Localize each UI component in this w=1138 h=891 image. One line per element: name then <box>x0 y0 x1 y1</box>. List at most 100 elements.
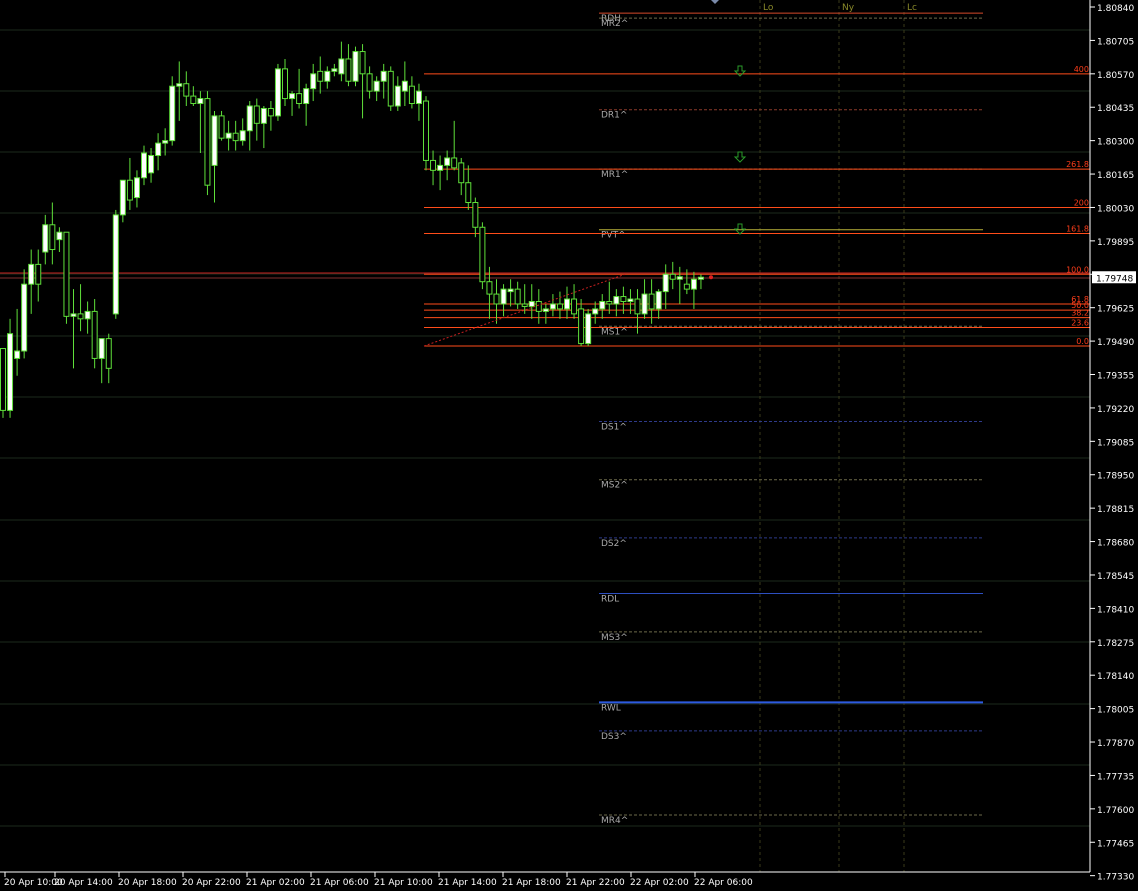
candle-body <box>401 80 408 92</box>
current-price-label: 1.79748 <box>1096 274 1133 284</box>
time-tick-label: 22 Apr 06:00 <box>694 878 753 888</box>
candle-body <box>585 313 592 345</box>
candle-body <box>112 214 119 315</box>
candle-body <box>133 177 140 199</box>
candle-body <box>324 70 331 82</box>
time-tick-label: 22 Apr 02:00 <box>630 878 689 888</box>
candle-body <box>486 281 493 295</box>
price-tick-label: 1.78815 <box>1097 505 1134 515</box>
session-label: Lc <box>907 3 917 13</box>
candle-body <box>472 202 479 228</box>
price-tick-label: 1.80030 <box>1097 204 1134 214</box>
price-tick-label: 1.78950 <box>1097 472 1134 482</box>
fib-label: 261.8 <box>1066 160 1089 169</box>
time-tick-label: 21 Apr 06:00 <box>310 878 369 888</box>
price-tick-label: 1.80840 <box>1097 4 1134 14</box>
candle-body <box>655 291 662 310</box>
candle-body <box>634 298 641 315</box>
candle-body <box>176 83 183 87</box>
candle-body <box>190 95 197 105</box>
candle-body <box>627 298 634 303</box>
price-tick-label: 1.77735 <box>1097 772 1134 782</box>
candle-body <box>662 273 669 293</box>
price-tick-label: 1.78005 <box>1097 706 1134 716</box>
candle-body <box>571 298 578 315</box>
time-tick-label: 21 Apr 10:00 <box>374 878 433 888</box>
pivot-label: MS2^ <box>601 481 628 491</box>
candle-body <box>21 283 28 352</box>
candle-body <box>380 70 387 82</box>
candle-body <box>331 68 338 72</box>
candle-body <box>648 293 655 310</box>
candle-body <box>345 58 352 82</box>
candle-body <box>592 308 599 315</box>
time-tick-label: 21 Apr 22:00 <box>566 878 625 888</box>
price-tick-label: 1.77330 <box>1097 873 1134 883</box>
candle-body <box>556 303 563 310</box>
candle-body <box>42 224 49 253</box>
candle-body <box>84 310 91 320</box>
pivot-label: DS1^ <box>601 423 627 433</box>
candle-body <box>549 303 556 310</box>
candle-body <box>28 263 35 285</box>
time-tick-label: 20 Apr 14:00 <box>54 878 113 888</box>
candle-body <box>148 154 155 174</box>
candle-body <box>366 73 373 92</box>
candle-body <box>606 301 613 305</box>
candle-body <box>669 273 676 280</box>
candle-body <box>641 293 648 315</box>
candle-body <box>578 308 585 345</box>
candle-body <box>444 157 451 166</box>
candle-body <box>14 350 21 359</box>
candle-body <box>451 157 458 169</box>
candle-body <box>359 51 366 75</box>
candle-body <box>394 85 401 107</box>
candle-body <box>63 231 70 317</box>
candle-body <box>211 115 218 166</box>
candle-body <box>387 70 394 107</box>
price-tick-label: 1.77465 <box>1097 839 1134 849</box>
time-tick-label: 21 Apr 14:00 <box>438 878 497 888</box>
candle-body <box>493 293 500 305</box>
price-tick-label: 1.80705 <box>1097 37 1134 47</box>
candle-body <box>77 313 84 320</box>
pivot-label: MS1^ <box>601 327 628 337</box>
candle-body <box>458 162 465 184</box>
candle-body <box>98 338 105 359</box>
current-price-dot <box>709 275 713 280</box>
candle-body <box>204 98 211 186</box>
pivot-label: DR1^ <box>601 111 627 121</box>
candle-body <box>183 83 190 97</box>
candle-body <box>408 85 415 105</box>
candle-body <box>289 93 296 100</box>
candle-body <box>296 93 303 105</box>
price-tick-label: 1.77870 <box>1097 739 1134 749</box>
candle-body <box>274 68 281 117</box>
price-tick-label: 1.78140 <box>1097 672 1134 682</box>
candle-body <box>56 231 63 241</box>
candle-body <box>415 90 422 105</box>
price-tick-label: 1.78275 <box>1097 639 1134 649</box>
candle-body <box>197 98 204 105</box>
fib-label: 0.0 <box>1076 337 1089 346</box>
pivot-label: RWL <box>601 703 621 713</box>
price-tick-label: 1.79625 <box>1097 305 1134 315</box>
candle-body <box>599 301 606 310</box>
candle-body <box>423 100 429 161</box>
candle-body <box>373 80 380 92</box>
pivot-label: MR2^ <box>601 19 628 29</box>
session-label: Ny <box>842 3 855 13</box>
candle-body <box>141 152 147 179</box>
fib-label: 400 <box>1074 65 1089 74</box>
candle-body <box>246 105 253 132</box>
candle-body <box>613 296 620 305</box>
candle-body <box>697 276 704 280</box>
pivot-label: MR4^ <box>601 816 628 826</box>
candle-body <box>253 105 260 124</box>
candle-body <box>338 58 345 75</box>
candle-body <box>317 70 324 82</box>
price-tick-label: 1.78680 <box>1097 539 1134 549</box>
price-chart[interactable]: Lo Ny Lc RDHMR2^DR1^MR1^PVT^MS1^DS1^MS2^DS… <box>0 0 1138 891</box>
pivot-label: RDL <box>601 595 619 605</box>
candle-body <box>528 301 535 307</box>
